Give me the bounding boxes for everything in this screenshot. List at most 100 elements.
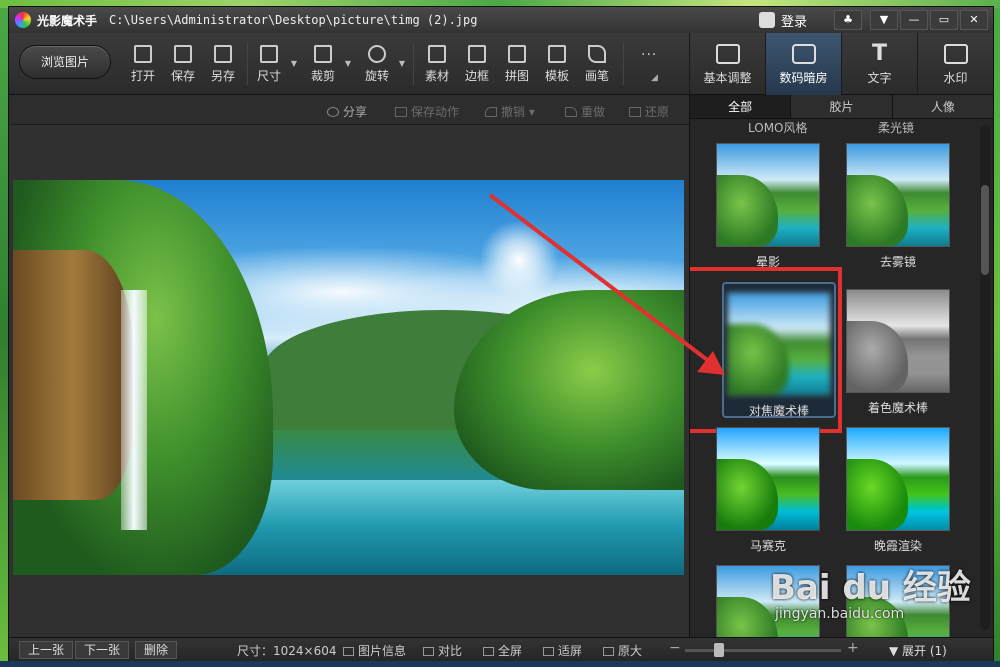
effect-color-wand[interactable]: 着色魔术棒	[838, 289, 958, 423]
thumb-trees	[847, 458, 909, 530]
edit-icon	[715, 44, 740, 64]
save-action-button[interactable]: 保存动作	[395, 103, 459, 120]
app-name: 光影魔术手	[37, 13, 98, 28]
effect-thumbnail	[846, 143, 950, 247]
material-button[interactable]: 素材	[417, 41, 457, 89]
rotate-dropdown-icon[interactable]: ▼	[399, 59, 405, 68]
crop-button[interactable]: 裁剪 ▼	[303, 41, 351, 89]
login-button[interactable]: 登录	[759, 10, 807, 30]
save-icon	[174, 45, 192, 63]
save-action-label: 保存动作	[411, 105, 460, 119]
tab-text[interactable]: T 文字	[841, 33, 917, 95]
red-highlight-box	[690, 267, 842, 433]
tab-text-label: 文字	[867, 71, 892, 85]
baidu-watermark: Bai du 经验	[770, 568, 971, 608]
restore-label: 还原	[645, 105, 670, 119]
minimize-button[interactable]: —	[900, 10, 928, 30]
browse-images-button[interactable]: 浏览图片	[19, 45, 111, 79]
tab-watermark[interactable]: 水印	[917, 33, 993, 95]
delete-button[interactable]: 删除	[135, 641, 178, 659]
scrollbar-thumb[interactable]	[981, 185, 989, 275]
collage-label: 拼图	[504, 69, 529, 83]
zoom-slider-handle[interactable]	[714, 643, 724, 657]
undo-button[interactable]: 撤销 ▾	[485, 103, 535, 120]
subtab-all[interactable]: 全部	[690, 95, 792, 118]
tab-basic-adjust[interactable]: 基本调整	[689, 33, 765, 95]
maximize-button[interactable]: ▭	[930, 10, 958, 30]
collage-icon	[508, 45, 526, 63]
crop-dropdown-icon[interactable]: ▼	[345, 59, 351, 68]
user-face-icon	[759, 12, 775, 28]
effects-panel: 全部 胶片 人像 LOMO风格 柔光镜 晕影 去雾镜 对焦魔术棒 着色魔术棒 马…	[689, 95, 994, 637]
effect-thumbnail	[716, 143, 820, 247]
image-canvas[interactable]	[9, 125, 689, 637]
effects-scrollbar[interactable]	[980, 125, 990, 630]
effect-focus-wand[interactable]: 对焦魔术棒	[690, 267, 842, 433]
brush-icon	[588, 45, 606, 63]
effect-mosaic[interactable]: 马赛克	[708, 427, 828, 561]
undo-icon	[485, 107, 497, 117]
effect-dehaze[interactable]: 去雾镜	[838, 143, 958, 277]
skin-button[interactable]: ♣	[834, 10, 862, 30]
image-info-button[interactable]: 图片信息	[343, 642, 406, 659]
resize-dropdown-icon[interactable]: ▼	[291, 59, 297, 68]
brush-button[interactable]: 画笔	[577, 41, 617, 89]
app-logo-icon	[15, 12, 31, 28]
subtab-portrait[interactable]: 人像	[893, 95, 994, 118]
expand-button[interactable]: ▼ 展开 (1)	[889, 642, 947, 659]
menu-dropdown-button[interactable]: ▼	[870, 10, 898, 30]
watermark-icon	[943, 44, 968, 64]
tab-watermark-label: 水印	[943, 71, 968, 85]
share-icon	[327, 107, 339, 117]
effect-vignette[interactable]: 晕影	[708, 143, 828, 277]
redo-button[interactable]: 重做	[565, 103, 605, 120]
more-expand-icon[interactable]: ◢	[651, 73, 658, 83]
effect-thumbnail	[846, 289, 950, 393]
undo-dropdown-icon[interactable]: ▾	[529, 105, 535, 119]
resize-icon	[260, 45, 278, 63]
fullscreen-button[interactable]: 全屏	[483, 642, 522, 659]
effect-label: 去雾镜	[879, 255, 916, 269]
open-label: 打开	[130, 69, 155, 83]
template-icon	[548, 45, 566, 63]
photo-waterfall	[121, 290, 147, 530]
info-icon	[343, 647, 354, 656]
border-button[interactable]: 边框	[457, 41, 497, 89]
share-button[interactable]: 分享	[327, 103, 367, 120]
collage-button[interactable]: 拼图	[497, 41, 537, 89]
material-icon	[428, 45, 446, 63]
toolbar-divider	[247, 43, 248, 85]
subtab-film[interactable]: 胶片	[791, 95, 893, 118]
resize-button[interactable]: 尺寸 ▼	[249, 41, 297, 89]
redo-label: 重做	[581, 105, 606, 119]
open-button[interactable]: 打开	[123, 41, 163, 89]
thumb-trees	[717, 596, 779, 637]
prev-image-button[interactable]: 上一张	[19, 641, 74, 659]
template-button[interactable]: 模板	[537, 41, 577, 89]
fit-screen-button[interactable]: 适屏	[543, 642, 582, 659]
more-tools-button[interactable]: ···	[641, 47, 657, 63]
save-button[interactable]: 保存	[163, 41, 203, 89]
next-image-button[interactable]: 下一张	[75, 641, 130, 659]
image-info-label: 图片信息	[358, 644, 407, 658]
fit-screen-label: 适屏	[558, 644, 583, 658]
zoom-slider-track[interactable]	[685, 649, 841, 652]
original-size-button[interactable]: 原大	[603, 642, 642, 659]
original-size-icon	[603, 647, 614, 656]
tab-digital-darkroom[interactable]: 数码暗房	[765, 33, 841, 95]
effect-label: 着色魔术棒	[867, 401, 928, 415]
rotate-button[interactable]: 旋转 ▼	[357, 41, 405, 89]
restore-icon	[629, 107, 641, 117]
zoom-in-button[interactable]: +	[847, 640, 859, 656]
thumb-trees	[847, 320, 909, 392]
save-as-button[interactable]: 另存	[203, 41, 243, 89]
zoom-out-button[interactable]: −	[669, 640, 681, 656]
close-button[interactable]: ✕	[960, 10, 988, 30]
crop-icon	[314, 45, 332, 63]
restore-button[interactable]: 还原	[629, 103, 669, 120]
compare-button[interactable]: 对比	[423, 642, 462, 659]
share-label: 分享	[343, 105, 368, 119]
effect-sunset-render[interactable]: 晚霞渲染	[838, 427, 958, 561]
camera-icon	[791, 44, 816, 64]
crop-label: 裁剪	[310, 69, 335, 83]
